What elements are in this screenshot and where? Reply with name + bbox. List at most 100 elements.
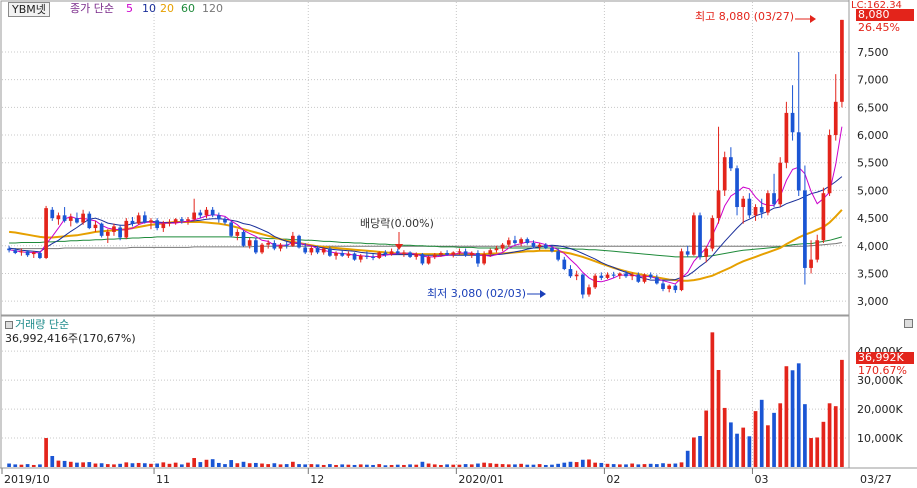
volume-bar	[704, 410, 709, 467]
volume-bar	[186, 462, 190, 467]
candle-body	[599, 275, 604, 278]
ma-legend-5[interactable]: 5	[126, 2, 133, 15]
candle-body	[759, 207, 764, 213]
candle-body	[173, 219, 178, 223]
candle-body	[488, 250, 493, 255]
x-tick-label: 03	[754, 473, 768, 486]
volume-bar	[611, 464, 616, 467]
candle-body	[75, 218, 79, 223]
volume-bar	[136, 462, 141, 467]
volume-bar	[766, 425, 770, 467]
candle-body	[352, 253, 357, 260]
volume-bar	[457, 464, 462, 467]
candle-body	[803, 190, 807, 268]
candle-body	[192, 212, 197, 220]
volume-bar	[13, 464, 18, 467]
volume-bar	[500, 464, 505, 467]
candle-body	[722, 157, 727, 191]
volume-bar	[19, 464, 24, 467]
volume-bar	[840, 359, 844, 467]
panel-collapse-icon[interactable]	[904, 319, 913, 328]
candle-body	[229, 222, 234, 236]
volume-bar	[685, 450, 690, 467]
candle-body	[266, 243, 271, 245]
volume-bar	[149, 463, 153, 467]
volume-bar	[346, 464, 351, 467]
candle-body	[377, 252, 382, 258]
volume-bar	[68, 461, 73, 467]
volume-bar	[580, 459, 585, 467]
volume-bar	[365, 464, 369, 467]
volume-bar	[543, 464, 548, 467]
candle-body	[340, 252, 345, 256]
volume-bar	[426, 463, 431, 467]
candle-body	[778, 162, 783, 205]
volume-title: 거래량 단순	[15, 318, 70, 331]
candle-body	[62, 215, 67, 221]
volume-bar	[654, 464, 659, 467]
candle-body	[827, 135, 832, 194]
volume-bar	[291, 461, 295, 467]
high-annotation: 최고 8,080 (03/27)	[695, 10, 795, 23]
ma-legend-20[interactable]: 20	[160, 2, 174, 15]
candle-body	[710, 218, 715, 249]
volume-bar	[432, 464, 437, 467]
volume-bar	[204, 459, 209, 467]
volume-bar	[408, 464, 412, 467]
volume-bar	[469, 464, 474, 467]
candle-body	[395, 251, 400, 254]
ma-legend-10[interactable]: 10	[142, 2, 156, 15]
ma-legend-120[interactable]: 120	[202, 2, 223, 15]
candle-body	[556, 251, 560, 260]
candle-body	[358, 255, 363, 260]
volume-bar	[463, 464, 468, 467]
x-tick-label: 12	[310, 473, 324, 486]
candle-body	[587, 287, 591, 295]
candle-body	[574, 274, 579, 277]
symbol-label[interactable]: YBM넷	[8, 2, 50, 17]
volume-bar	[803, 404, 807, 467]
candle-body	[420, 254, 425, 264]
volume-bar	[253, 462, 258, 467]
volume-tag-pct: 170.67%	[858, 364, 907, 377]
candle-body	[624, 273, 628, 277]
candle-body	[654, 277, 659, 284]
candle-body	[50, 209, 55, 219]
price-tick-label: 3,500	[857, 267, 889, 280]
volume-bar	[722, 407, 727, 467]
candle-body	[685, 251, 690, 255]
candle-body	[525, 239, 530, 244]
candle-body	[99, 223, 104, 236]
volume-panel-icon[interactable]	[5, 321, 13, 329]
candle-body	[766, 193, 770, 213]
candle-body	[506, 240, 511, 245]
candle-body	[469, 252, 474, 256]
volume-bar	[402, 464, 406, 467]
candle-body	[408, 252, 412, 257]
volume-bar	[130, 463, 135, 467]
volume-tick-label: 20,000K	[857, 403, 903, 416]
volume-tag: 36,992K	[856, 352, 914, 364]
volume-bar	[75, 462, 79, 467]
candle-body	[402, 252, 406, 254]
volume-bar	[525, 464, 530, 467]
volume-bar	[519, 463, 523, 467]
price-tick-label: 7,000	[857, 74, 889, 87]
volume-bar	[155, 463, 159, 467]
candle-body	[235, 231, 240, 236]
candle-body	[328, 248, 332, 256]
candle-body	[112, 226, 116, 232]
low-arrow-head	[540, 290, 546, 298]
candle-body	[537, 244, 542, 247]
volume-bar	[25, 464, 30, 467]
candle-body	[247, 240, 252, 246]
candle-body	[7, 248, 11, 251]
candle-body	[642, 274, 647, 282]
candle-body	[673, 285, 678, 291]
volume-bar	[309, 464, 314, 467]
volume-bar	[377, 464, 382, 467]
candle-body	[371, 256, 375, 258]
volume-bar	[395, 464, 400, 467]
candle-body	[44, 208, 48, 258]
ma-legend-60[interactable]: 60	[181, 2, 195, 15]
